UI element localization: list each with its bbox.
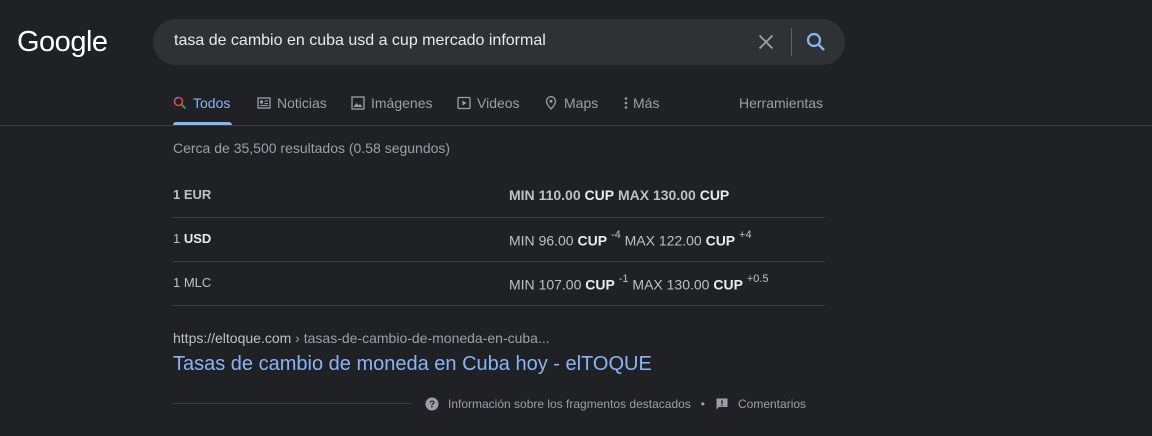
google-logo[interactable]: Google: [17, 26, 108, 59]
snippet-footer: ? Información sobre los fragmentos desta…: [425, 397, 806, 411]
tab-label: Noticias: [277, 95, 327, 111]
tab-maps[interactable]: Maps: [544, 88, 598, 125]
close-icon[interactable]: [755, 31, 777, 53]
tab-label: Videos: [477, 95, 520, 111]
tab-noticias[interactable]: Noticias: [257, 88, 327, 125]
snippet-info-link[interactable]: Información sobre los fragmentos destaca…: [448, 397, 691, 411]
tab-label: Maps: [564, 95, 599, 111]
header-divider: [0, 125, 1152, 126]
tab-todos[interactable]: Todos: [173, 88, 232, 125]
table-row: 1 MLC MIN 107.00 CUP -1 MAX 130.00 CUP +…: [173, 262, 825, 306]
help-icon: ?: [425, 397, 439, 411]
image-icon: [351, 96, 365, 110]
table-row: 1 EUR MIN 110.00 CUP MAX 130.00 CUP: [173, 174, 825, 218]
feedback-link[interactable]: Comentarios: [738, 397, 806, 411]
rate-cell: MIN 107.00 CUP -1 MAX 130.00 CUP +0.5: [509, 273, 769, 293]
more-vert-icon: [624, 97, 628, 109]
tab-label: Imágenes: [371, 95, 433, 111]
result-stats: Cerca de 35,500 resultados (0.58 segundo…: [173, 140, 451, 156]
search-input[interactable]: tasa de cambio en cuba usd a cup mercado…: [174, 32, 546, 50]
min-change: -1: [618, 273, 629, 285]
search-icon[interactable]: [804, 30, 828, 54]
tab-imagenes[interactable]: Imágenes: [351, 88, 432, 125]
table-row: 1 USD MIN 96.00 CUP -4 MAX 122.00 CUP +4: [173, 218, 825, 262]
currency-cell: 1 EUR: [173, 187, 212, 202]
search-divider: [791, 28, 792, 56]
result-site: https://eltoque.com: [173, 330, 292, 346]
tab-label: Todos: [193, 95, 231, 111]
result-title-link[interactable]: Tasas de cambio de moneda en Cuba hoy - …: [173, 353, 652, 376]
tab-videos[interactable]: Videos: [457, 88, 520, 125]
footer-divider: [173, 403, 411, 404]
max-change: +4: [739, 229, 752, 241]
max-change: +0.5: [746, 273, 769, 285]
tab-label: Más: [633, 95, 660, 111]
result-url[interactable]: https://eltoque.com › tasas-de-cambio-de…: [173, 330, 550, 346]
svg-text:?: ?: [429, 400, 435, 411]
map-pin-icon: [545, 96, 557, 110]
tab-mas[interactable]: Más: [623, 88, 659, 125]
rate-cell: MIN 96.00 CUP -4 MAX 122.00 CUP +4: [509, 229, 752, 249]
min-change: -4: [610, 229, 621, 241]
news-icon: [257, 97, 271, 109]
search-icon: [173, 96, 187, 110]
exchange-rate-table: 1 EUR MIN 110.00 CUP MAX 130.00 CUP 1 US…: [173, 174, 825, 306]
tools-button[interactable]: Herramientas: [739, 95, 823, 111]
currency-cell: 1 MLC: [173, 275, 212, 290]
result-path: › tasas-de-cambio-de-moneda-en-cuba...: [291, 330, 550, 346]
separator-dot: •: [700, 397, 705, 411]
search-box[interactable]: tasa de cambio en cuba usd a cup mercado…: [153, 19, 845, 65]
currency-cell: 1 USD: [173, 231, 212, 246]
rate-cell: MIN 110.00 CUP MAX 130.00 CUP: [509, 187, 730, 203]
video-icon: [457, 96, 471, 110]
feedback-icon: [716, 398, 728, 410]
